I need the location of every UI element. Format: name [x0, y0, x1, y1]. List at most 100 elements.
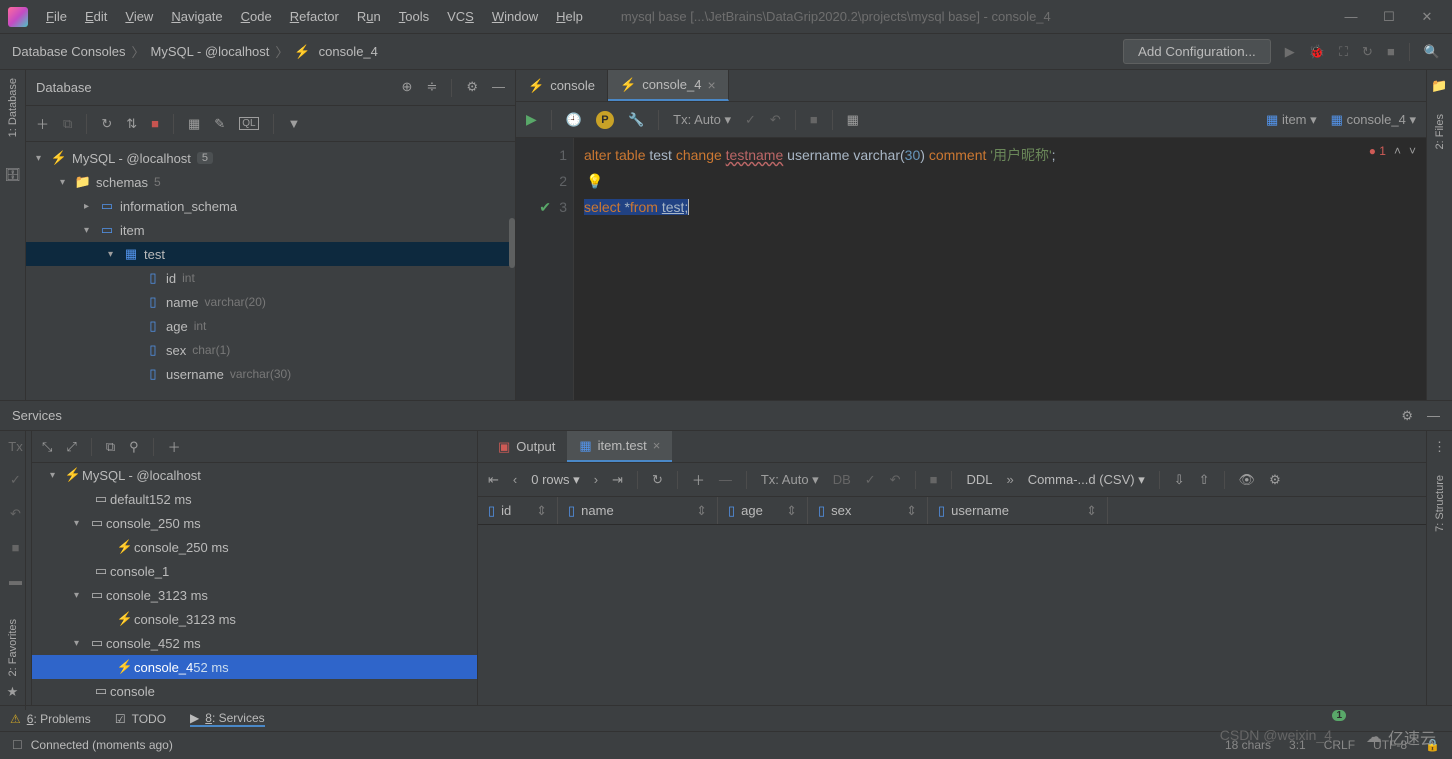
rollback-icon[interactable]: ↶	[770, 112, 781, 128]
svc-node-console[interactable]: ▾▭console_250 ms	[32, 511, 477, 535]
last-icon[interactable]: ⇥	[612, 472, 623, 488]
console-selector[interactable]: ▦ console_4 ▾	[1331, 112, 1416, 128]
close-icon[interactable]: ×	[707, 77, 715, 93]
tab-services[interactable]: ▶8: Services	[190, 711, 265, 727]
down-icon[interactable]: ˅	[1409, 144, 1416, 158]
remove-row-icon[interactable]: ―	[719, 472, 732, 487]
history-icon[interactable]: 🕘	[566, 112, 582, 128]
menu-tools[interactable]: Tools	[391, 5, 437, 28]
grid-icon[interactable]: ▦	[847, 112, 859, 128]
next-icon[interactable]: ›	[594, 472, 598, 487]
target-icon[interactable]: ⊕	[402, 79, 413, 97]
svc-node-default[interactable]: ▭default152 ms	[32, 487, 477, 511]
edit-icon[interactable]: ✎	[214, 116, 225, 132]
collapse-icon[interactable]: ≑	[426, 79, 437, 97]
refresh-icon[interactable]: ↻	[101, 116, 112, 132]
svc-node-console[interactable]: ▭console	[32, 679, 477, 703]
tx-mode-dropdown[interactable]: Tx: Auto ▾	[673, 112, 731, 128]
menu-edit[interactable]: Edit	[77, 5, 115, 28]
stop-icon[interactable]: ■	[810, 112, 818, 127]
tx-mode-dropdown[interactable]: Tx: Auto ▾	[761, 472, 819, 488]
tool-window-database[interactable]: 1: Database	[7, 78, 19, 137]
add-icon[interactable]: ＋	[36, 114, 49, 133]
svc-node-console[interactable]: ▾▭console_452 ms	[32, 631, 477, 655]
menu-run[interactable]: Run	[349, 5, 389, 28]
prev-icon[interactable]: ‹	[513, 472, 517, 487]
add-icon[interactable]: ＋	[168, 437, 181, 456]
copy-icon[interactable]: ⧉	[63, 116, 72, 132]
tree-node-schemas[interactable]: ▾📁 schemas5	[26, 170, 515, 194]
db-icon[interactable]: DB	[833, 472, 851, 487]
download-icon[interactable]: ⇩	[1174, 472, 1185, 488]
ddl-button[interactable]: DDL	[966, 472, 992, 487]
tree-node-schema[interactable]: ▸▭ information_schema	[26, 194, 515, 218]
inspection-widget[interactable]: ● 1 ˄ ˅	[1369, 144, 1416, 158]
hide-icon[interactable]: ―	[1427, 408, 1440, 424]
group-icon[interactable]: ⧉	[106, 439, 115, 455]
tree-node-column[interactable]: ▯sexchar(1)	[26, 338, 515, 362]
gear-icon[interactable]: ⚙	[1401, 408, 1413, 424]
tab-todo[interactable]: ☑TODO	[115, 712, 166, 726]
svc-tab-itemtest[interactable]: ▦item.test×	[567, 431, 672, 462]
profile-icon[interactable]: ↻	[1362, 44, 1373, 60]
more-icon[interactable]: »	[1006, 472, 1013, 487]
tool-window-structure[interactable]: 7: Structure	[1434, 475, 1446, 532]
tab-console[interactable]: ⚡ console	[516, 70, 608, 101]
refresh-icon[interactable]: ↻	[652, 472, 663, 488]
stop-icon[interactable]: ■	[1387, 44, 1395, 59]
tree-node-table[interactable]: ▾▦ test	[26, 242, 515, 266]
expand-icon[interactable]: ⤡	[42, 439, 52, 455]
run-icon[interactable]: ▶	[526, 111, 537, 128]
query-console-icon[interactable]: QL	[239, 117, 258, 130]
svc-tab-output[interactable]: ▣Output	[486, 431, 567, 462]
menu-help[interactable]: Help	[548, 5, 591, 28]
filter-icon[interactable]: ▼	[288, 116, 301, 131]
export-format-dropdown[interactable]: Comma-...d (CSV) ▾	[1028, 472, 1145, 488]
sync-icon[interactable]: ⇅	[126, 116, 137, 132]
wrench-icon[interactable]: 🔧	[628, 112, 644, 128]
commit-icon[interactable]: ✓	[865, 472, 876, 488]
maximize-button[interactable]: ☐	[1380, 9, 1398, 25]
filter-icon[interactable]: ⚲	[129, 439, 139, 455]
menu-code[interactable]: Code	[233, 5, 280, 28]
menu-navigate[interactable]: Navigate	[163, 5, 230, 28]
debug-icon[interactable]: 🐞	[1309, 44, 1325, 60]
svc-node-console-child[interactable]: ⚡console_3123 ms	[32, 607, 477, 631]
scrollbar[interactable]	[509, 218, 515, 268]
table-icon[interactable]: ▦	[188, 116, 200, 132]
close-icon[interactable]: ×	[653, 438, 661, 453]
menu-window[interactable]: Window	[484, 5, 546, 28]
commit-icon[interactable]: ✓	[745, 112, 756, 128]
collapse-icon[interactable]: ⤢	[66, 439, 76, 455]
eye-icon[interactable]: 👁	[1239, 472, 1256, 488]
menu-view[interactable]: View	[117, 5, 161, 28]
progress-icon[interactable]: P	[596, 111, 614, 129]
tab-console-4[interactable]: ⚡ console_4 ×	[608, 70, 729, 101]
intention-bulb-icon[interactable]: 💡	[586, 173, 603, 189]
breadcrumb-item[interactable]: console_4	[319, 44, 378, 59]
tree-node-column[interactable]: ▯idint	[26, 266, 515, 290]
first-icon[interactable]: ⇤	[488, 472, 499, 488]
close-button[interactable]: ✕	[1418, 9, 1436, 25]
menu-refactor[interactable]: Refactor	[282, 5, 347, 28]
code-editor[interactable]: 123✔ alter table test change testname us…	[516, 138, 1426, 400]
tree-node-connection[interactable]: ▾⚡ MySQL - @localhost5	[26, 146, 515, 170]
tree-node-column[interactable]: ▯ageint	[26, 314, 515, 338]
tab-problems[interactable]: ⚠6: Problems	[10, 712, 91, 726]
minimize-button[interactable]: ―	[1342, 9, 1360, 25]
star-icon[interactable]: ★	[7, 684, 19, 700]
up-icon[interactable]: ˄	[1394, 144, 1401, 158]
svc-node-console[interactable]: ▾▭console_3123 ms	[32, 583, 477, 607]
add-configuration-button[interactable]: Add Configuration...	[1123, 39, 1271, 64]
breadcrumb-item[interactable]: Database Consoles	[12, 44, 125, 59]
tree-node-column[interactable]: ▯usernamevarchar(30)	[26, 362, 515, 386]
db-gutter-icon[interactable]: 🗄	[4, 167, 21, 183]
row-count-dropdown[interactable]: 0 rows ▾	[531, 472, 579, 488]
run-icon[interactable]: ▶	[1285, 44, 1295, 60]
tree-node-schema[interactable]: ▾▭ item	[26, 218, 515, 242]
tool-window-files[interactable]: 2: Files	[1434, 114, 1446, 149]
svc-node-console[interactable]: ▭console_1	[32, 559, 477, 583]
search-icon[interactable]: 🔍	[1424, 44, 1440, 60]
tool-window-favorites[interactable]: 2: Favorites	[7, 619, 19, 676]
col-header-id[interactable]: ▯id⇕	[478, 497, 558, 524]
